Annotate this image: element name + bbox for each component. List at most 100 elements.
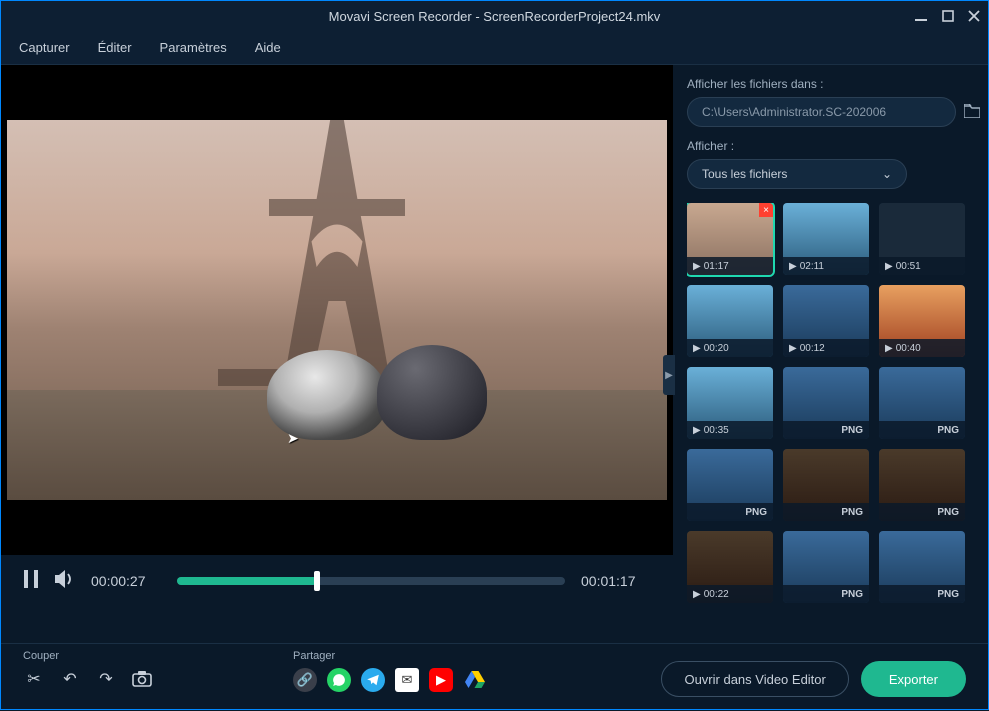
browse-folder-button[interactable] (964, 104, 980, 121)
thumbnail-item[interactable]: PNG (783, 531, 869, 603)
play-icon: ▶ (693, 261, 701, 272)
close-button[interactable] (968, 9, 980, 23)
window-title: Movavi Screen Recorder - ScreenRecorderP… (329, 9, 661, 24)
progress-bar[interactable] (177, 577, 565, 585)
window-controls (914, 9, 980, 23)
player-area: ➤ 00:00:27 00:01:17 (1, 65, 673, 643)
maximize-button[interactable] (942, 9, 954, 23)
thumbnail-format: PNG (841, 589, 863, 600)
share-telegram-button[interactable] (361, 668, 385, 692)
thumbnail-close-button[interactable]: × (759, 203, 773, 217)
thumbnail-format: PNG (745, 507, 767, 518)
thumbnail-duration: 00:35 (704, 425, 729, 436)
thumbnail-badge: ▶00:22 (687, 585, 773, 603)
thumbnail-duration: 00:20 (704, 343, 729, 354)
thumbnail-item[interactable]: PNG (783, 367, 869, 439)
thumbnail-item[interactable]: PNG (879, 449, 965, 521)
thumbnail-item[interactable]: ▶00:22 (687, 531, 773, 603)
thumbnail-item[interactable]: × ▶01:17 (687, 203, 773, 275)
menubar: Capturer Éditer Paramètres Aide (1, 31, 988, 65)
current-time: 00:00:27 (91, 573, 161, 589)
play-icon: ▶ (885, 343, 893, 354)
thumbnail-item[interactable]: ▶00:35 (687, 367, 773, 439)
menu-edit[interactable]: Éditer (98, 40, 132, 55)
thumbnail-item[interactable]: PNG (879, 531, 965, 603)
thumbnail-badge: PNG (783, 421, 869, 439)
thumbnail-format: PNG (841, 425, 863, 436)
filter-value: Tous les fichiers (702, 167, 787, 181)
bottom-bar: Couper ✂ ↶ ↷ Partager 🔗 ✉ ▶ Ouvrir dans … (1, 643, 988, 711)
screenshot-button[interactable] (131, 668, 153, 690)
thumbnail-badge: ▶02:11 (783, 257, 869, 275)
share-label: Partager (293, 650, 487, 662)
thumbnail-item[interactable]: ▶00:40 (879, 285, 965, 357)
export-button[interactable]: Exporter (861, 661, 966, 697)
pause-button[interactable] (23, 570, 39, 593)
thumbnail-badge: ▶00:40 (879, 339, 965, 357)
volume-button[interactable] (55, 570, 75, 593)
thumbnail-duration: 00:22 (704, 589, 729, 600)
thumbnail-badge: PNG (783, 585, 869, 603)
share-mail-button[interactable]: ✉ (395, 668, 419, 692)
undo-button[interactable]: ↶ (59, 668, 81, 690)
open-editor-button[interactable]: Ouvrir dans Video Editor (661, 661, 848, 697)
pigeon-graphic (377, 345, 487, 440)
transport-bar: 00:00:27 00:01:17 (1, 555, 673, 607)
thumbnail-item[interactable]: PNG (879, 367, 965, 439)
scissors-button[interactable]: ✂ (23, 668, 45, 690)
share-youtube-button[interactable]: ▶ (429, 668, 453, 692)
menu-capture[interactable]: Capturer (19, 40, 70, 55)
thumbnail-duration: 01:17 (704, 261, 729, 272)
filter-dropdown[interactable]: Tous les fichiers ⌄ (687, 159, 907, 189)
thumbnail-badge: PNG (879, 503, 965, 521)
thumbnail-grid: ×▶01:17▶02:11▶00:51▶00:20▶00:12▶00:40▶00… (687, 203, 980, 603)
path-field[interactable]: C:\Users\Administrator.SC-202006 (687, 97, 956, 127)
menu-help[interactable]: Aide (255, 40, 281, 55)
sidebar-collapse-button[interactable]: ▶ (663, 355, 675, 395)
thumbnail-item[interactable]: ▶00:12 (783, 285, 869, 357)
thumbnail-format: PNG (841, 507, 863, 518)
play-icon: ▶ (885, 261, 893, 272)
thumbnail-badge: PNG (687, 503, 773, 521)
menu-settings[interactable]: Paramètres (160, 40, 227, 55)
share-gdrive-button[interactable] (463, 668, 487, 692)
cut-label: Couper (23, 650, 153, 662)
thumbnail-duration: 00:12 (800, 343, 825, 354)
thumbnail-duration: 02:11 (800, 261, 824, 272)
titlebar: Movavi Screen Recorder - ScreenRecorderP… (1, 1, 988, 31)
path-text: C:\Users\Administrator.SC-202006 (702, 105, 886, 119)
thumbnail-item[interactable]: ▶00:20 (687, 285, 773, 357)
video-frame: ➤ (7, 120, 667, 500)
share-whatsapp-button[interactable] (327, 668, 351, 692)
thumbnail-badge: ▶00:12 (783, 339, 869, 357)
thumbnail-format: PNG (937, 589, 959, 600)
thumbnail-item[interactable]: ▶02:11 (783, 203, 869, 275)
sidebar: ▶ Afficher les fichiers dans : C:\Users\… (673, 65, 988, 643)
filter-label: Afficher : (687, 139, 980, 153)
thumbnail-badge: PNG (879, 421, 965, 439)
progress-knob[interactable] (314, 571, 320, 591)
total-time: 00:01:17 (581, 573, 651, 589)
video-viewport[interactable]: ➤ (1, 65, 673, 555)
pigeon-graphic (267, 350, 387, 440)
progress-fill (177, 577, 317, 585)
thumbnail-badge: ▶00:20 (687, 339, 773, 357)
thumbnail-badge: ▶00:35 (687, 421, 773, 439)
thumbnail-item[interactable]: ▶00:51 (879, 203, 965, 275)
redo-button[interactable]: ↷ (95, 668, 117, 690)
share-section: Partager 🔗 ✉ ▶ (293, 650, 487, 692)
path-label: Afficher les fichiers dans : (687, 77, 980, 91)
thumbnail-item[interactable]: PNG (687, 449, 773, 521)
play-icon: ▶ (789, 343, 797, 354)
thumbnail-badge: ▶00:51 (879, 257, 965, 275)
play-icon: ▶ (693, 589, 701, 600)
play-icon: ▶ (789, 261, 797, 272)
play-icon: ▶ (693, 343, 701, 354)
thumbnail-item[interactable]: PNG (783, 449, 869, 521)
play-icon: ▶ (693, 425, 701, 436)
thumbnail-badge: PNG (783, 503, 869, 521)
thumbnail-format: PNG (937, 507, 959, 518)
minimize-button[interactable] (914, 9, 928, 23)
cut-section: Couper ✂ ↶ ↷ (23, 650, 153, 690)
share-link-button[interactable]: 🔗 (293, 668, 317, 692)
